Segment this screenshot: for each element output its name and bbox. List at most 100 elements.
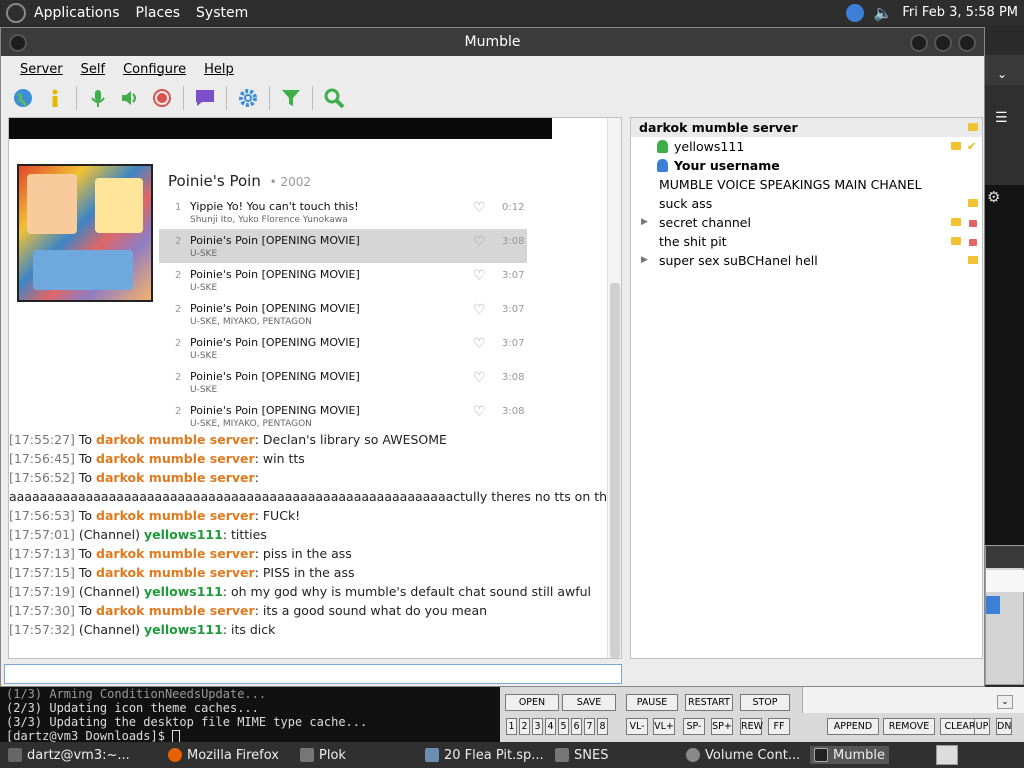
message-sender[interactable]: darkok mumble server <box>96 603 255 618</box>
settings-icon[interactable]: ⚙ <box>987 188 1000 206</box>
player-button-stop[interactable]: STOP <box>740 694 790 711</box>
message-sender[interactable]: darkok mumble server <box>96 470 255 485</box>
tree-user-yellows111[interactable]: yellows111 ✔ <box>631 137 982 156</box>
chat-input[interactable] <box>4 664 622 684</box>
chat-icon[interactable] <box>191 84 219 112</box>
search-icon[interactable] <box>320 84 348 112</box>
heart-icon[interactable]: ♡ <box>473 234 486 250</box>
tree-channel[interactable]: ▶ secret channel <box>631 213 982 232</box>
terminal[interactable]: (1/3) Arming ConditionNeedsUpdate... (2/… <box>0 687 500 742</box>
terminal-prompt[interactable]: [dartz@vm3 Downloads]$ <box>6 729 500 742</box>
player-button-dn[interactable]: DN <box>996 718 1012 735</box>
track-row[interactable]: 2 Poinie's Poin [OPENING MOVIE] U-SKE ♡ 3:07 <box>159 331 527 365</box>
heart-icon[interactable]: ♡ <box>473 404 486 420</box>
player-button-save[interactable]: SAVE <box>562 694 616 711</box>
message-sender[interactable]: darkok mumble server <box>96 546 255 561</box>
task-plok[interactable]: Plok <box>300 746 346 764</box>
track-row[interactable]: 2 Poinie's Poin [OPENING MOVIE] U-SKE, MIY… <box>159 399 527 433</box>
task-volume-control[interactable]: Volume Cont... <box>686 746 800 764</box>
task-mumble[interactable]: Mumble <box>810 746 889 764</box>
task-snes[interactable]: SNES <box>555 746 608 764</box>
speaker-icon[interactable] <box>116 84 144 112</box>
heart-icon[interactable]: ♡ <box>473 268 486 284</box>
chevron-down-icon[interactable]: ⌄ <box>997 695 1013 709</box>
hamburger-menu-icon[interactable]: ☰ <box>995 110 1008 126</box>
player-button-remove[interactable]: REMOVE <box>883 718 935 735</box>
task-terminal[interactable]: dartz@vm3:~... <box>8 746 130 764</box>
menu-server[interactable]: Server <box>11 62 72 77</box>
chat-log-pane[interactable]: Poinie's Poin • 2002 1 Yippie Yo! You can… <box>8 117 622 659</box>
player-button-num1[interactable]: 1 <box>506 718 517 735</box>
expand-arrow-icon[interactable]: ▶ <box>641 213 648 232</box>
message-sender[interactable]: darkok mumble server <box>96 565 255 580</box>
player-button-up[interactable]: UP <box>974 718 990 735</box>
player-button-sp[interactable]: SP- <box>683 718 705 735</box>
record-icon[interactable] <box>148 84 176 112</box>
player-button-ff[interactable]: FF <box>768 718 790 735</box>
tree-channel[interactable]: suck ass <box>631 194 982 213</box>
playlist-box[interactable] <box>802 687 1024 713</box>
player-button-num2[interactable]: 2 <box>519 718 530 735</box>
task-flea-pit[interactable]: 20 Flea Pit.sp... <box>425 746 544 764</box>
scrollbar-thumb[interactable] <box>610 283 620 658</box>
mumble-tray-icon[interactable] <box>845 3 864 22</box>
player-button-vl[interactable]: VL+ <box>653 718 675 735</box>
player-button-num6[interactable]: 6 <box>571 718 582 735</box>
player-button-num8[interactable]: 8 <box>597 718 608 735</box>
window-menu-button[interactable] <box>9 34 27 52</box>
player-button-num7[interactable]: 7 <box>584 718 595 735</box>
clock[interactable]: Fri Feb 3, 5:58 PM <box>902 5 1018 20</box>
maximize-button[interactable] <box>934 34 952 52</box>
track-row[interactable]: 2 Poinie's Poin [OPENING MOVIE] U-SKE ♡ 3:08 <box>159 229 527 263</box>
window-titlebar[interactable]: Mumble <box>1 28 984 56</box>
message-sender[interactable]: darkok mumble server <box>96 508 255 523</box>
player-button-num3[interactable]: 3 <box>532 718 543 735</box>
player-button-vl[interactable]: VL- <box>626 718 648 735</box>
player-button-num5[interactable]: 5 <box>558 718 569 735</box>
heart-icon[interactable]: ♡ <box>473 336 486 352</box>
menu-self[interactable]: Self <box>72 62 114 77</box>
player-button-sp[interactable]: SP+ <box>711 718 733 735</box>
chat-scrollbar[interactable] <box>607 118 621 658</box>
message-sender[interactable]: darkok mumble server <box>96 451 255 466</box>
player-button-num4[interactable]: 4 <box>545 718 556 735</box>
tree-server-root[interactable]: darkok mumble server <box>631 118 982 137</box>
workspace-switcher[interactable] <box>936 745 958 765</box>
filter-icon[interactable] <box>277 84 305 112</box>
tree-channel[interactable]: the shit pit <box>631 232 982 251</box>
distro-logo-icon[interactable] <box>6 2 26 23</box>
heart-icon[interactable]: ♡ <box>473 302 486 318</box>
minimize-button[interactable] <box>910 34 928 52</box>
task-firefox[interactable]: Mozilla Firefox <box>168 746 279 764</box>
tree-channel[interactable]: ▶ super sex suBCHanel hell <box>631 251 982 270</box>
player-button-pause[interactable]: PAUSE <box>626 694 678 711</box>
track-row[interactable]: 2 Poinie's Poin [OPENING MOVIE] U-SKE, MIY… <box>159 297 527 331</box>
track-row[interactable]: 2 Poinie's Poin [OPENING MOVIE] U-SKE ♡ 3:07 <box>159 263 527 297</box>
chevron-down-icon[interactable]: ⌄ <box>997 67 1007 81</box>
menu-places[interactable]: Places <box>128 5 189 21</box>
menu-configure[interactable]: Configure <box>114 62 195 77</box>
player-button-append[interactable]: APPEND <box>827 718 879 735</box>
close-button[interactable] <box>958 34 976 52</box>
globe-icon[interactable] <box>9 84 37 112</box>
menu-system[interactable]: System <box>188 5 256 21</box>
channel-tree[interactable]: darkok mumble server yellows111 ✔ Your u… <box>630 117 983 659</box>
info-icon[interactable] <box>41 84 69 112</box>
heart-icon[interactable]: ♡ <box>473 200 486 216</box>
tree-user-self[interactable]: Your username <box>631 156 982 175</box>
message-sender[interactable]: yellows111 <box>144 527 223 542</box>
message-sender[interactable]: yellows111 <box>144 584 223 599</box>
player-button-restart[interactable]: RESTART <box>685 694 733 711</box>
player-button-open[interactable]: OPEN <box>505 694 559 711</box>
message-sender[interactable]: yellows111 <box>144 622 223 637</box>
volume-icon[interactable]: 🔈 <box>874 4 893 22</box>
menu-help[interactable]: Help <box>195 62 243 77</box>
track-row[interactable]: 1 Yippie Yo! You can't touch this! Shunji … <box>159 195 527 229</box>
message-sender[interactable]: darkok mumble server <box>96 432 255 447</box>
player-button-rew[interactable]: REW <box>740 718 763 735</box>
expand-arrow-icon[interactable]: ▶ <box>641 251 648 270</box>
track-row[interactable]: 2 Poinie's Poin [OPENING MOVIE] U-SKE ♡ 3:08 <box>159 365 527 399</box>
gear-icon[interactable] <box>234 84 262 112</box>
microphone-icon[interactable] <box>84 84 112 112</box>
tree-channel[interactable]: MUMBLE VOICE SPEAKINGS MAIN CHANEL <box>631 175 982 194</box>
